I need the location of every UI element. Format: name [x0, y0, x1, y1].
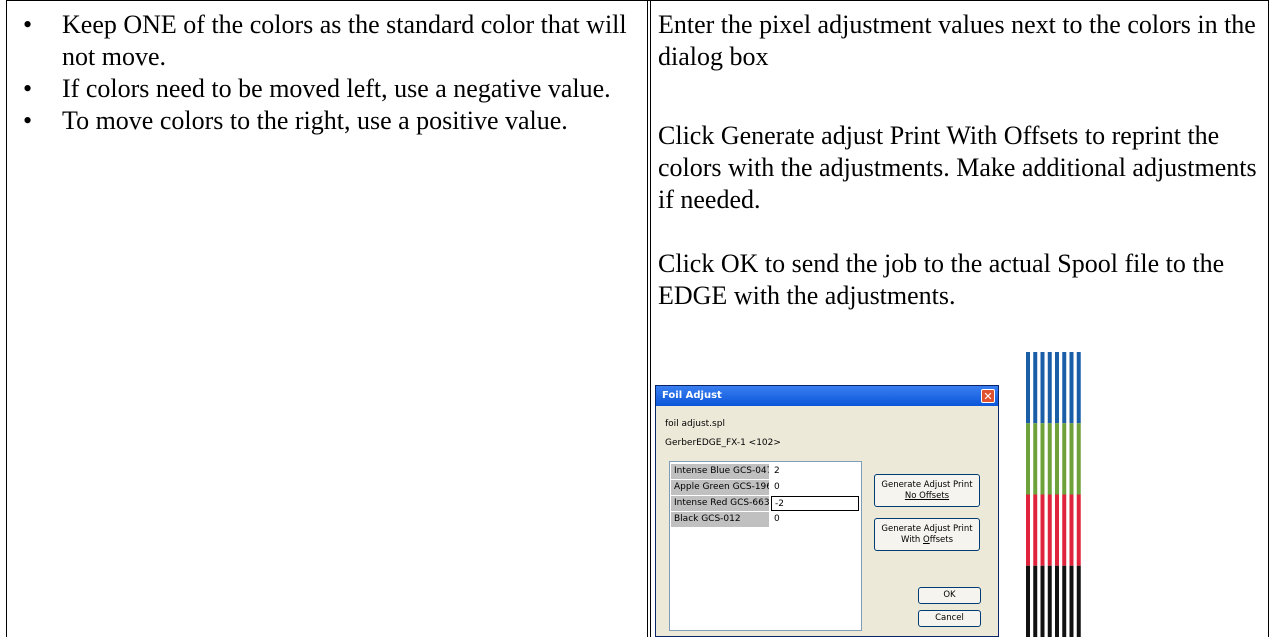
stripe	[1026, 494, 1030, 566]
color-stripe-swatch	[1026, 352, 1081, 637]
stripe	[1069, 352, 1074, 424]
color-name: Intense Blue GCS-047	[671, 464, 769, 479]
left-column: Keep ONE of the colors as the standard c…	[14, 9, 634, 137]
stripe	[1062, 423, 1067, 495]
stripe	[1062, 494, 1067, 566]
stripe	[1062, 565, 1067, 637]
stripe	[1026, 423, 1030, 495]
device-name: GerberEDGE_FX-1 <102>	[665, 438, 781, 448]
label-part: ffsets	[929, 535, 953, 545]
color-offset-grid: Intense Blue GCS-047 2 Apple Green GCS-1…	[669, 461, 862, 631]
color-name: Intense Red GCS-663	[671, 496, 769, 511]
stripe	[1055, 423, 1059, 495]
cancel-button[interactable]: Cancel	[918, 610, 981, 627]
offset-value[interactable]: 0	[771, 480, 859, 495]
stripe	[1069, 423, 1074, 495]
button-label-line2: No Offsets	[904, 491, 950, 501]
stripe	[1069, 494, 1074, 566]
table-left-border	[6, 0, 7, 637]
stripe	[1055, 565, 1059, 637]
bullet-item: Keep ONE of the colors as the standard c…	[14, 9, 634, 73]
dialog-title: Foil Adjust	[662, 390, 722, 401]
stripe	[1069, 565, 1074, 637]
button-label-line1: Generate Adjust Print	[881, 524, 973, 534]
paragraph-generate: Click Generate adjust Print With Offsets…	[658, 121, 1257, 214]
stripe	[1047, 352, 1052, 424]
stripe	[1040, 565, 1045, 637]
stripe	[1055, 494, 1059, 566]
offset-value-editing[interactable]: -2	[771, 496, 859, 511]
label-part: With	[901, 535, 924, 545]
stripe	[1076, 494, 1081, 566]
stripe	[1047, 423, 1052, 495]
table-row: Intense Blue GCS-047 2	[670, 464, 861, 480]
button-label-line2: With Offsets	[875, 535, 979, 546]
button-label-line1: Generate Adjust Print	[881, 480, 973, 490]
instruction-bullets: Keep ONE of the colors as the standard c…	[14, 9, 634, 137]
bullet-item: To move colors to the right, use a posit…	[14, 105, 634, 137]
stripe	[1047, 494, 1052, 566]
stripe	[1033, 565, 1038, 637]
stripe	[1040, 423, 1045, 495]
stripe	[1076, 565, 1081, 637]
stripe	[1040, 352, 1045, 424]
label-mnemonic: O	[923, 535, 930, 545]
stripe	[1026, 352, 1030, 424]
stripe	[1076, 423, 1081, 495]
table-row: Black GCS-012 0	[670, 512, 861, 528]
table-right-border	[1268, 0, 1269, 637]
color-name: Apple Green GCS-196	[671, 480, 769, 495]
offset-value[interactable]: 0	[771, 512, 859, 527]
table-row: Apple Green GCS-196 0	[670, 480, 861, 496]
table-row: Intense Red GCS-663 -2	[670, 496, 861, 512]
stripe	[1026, 565, 1030, 637]
ok-button[interactable]: OK	[918, 587, 981, 604]
paragraph-enter-values: Enter the pixel adjustment values next t…	[658, 10, 1256, 71]
stripe	[1033, 494, 1038, 566]
table-top-border	[6, 0, 1268, 1]
foil-adjust-dialog: Foil Adjust ✕ foil adjust.spl GerberEDGE…	[655, 385, 999, 637]
offset-value[interactable]: 2	[771, 464, 859, 479]
column-divider-inner	[650, 0, 651, 637]
color-name: Black GCS-012	[671, 512, 769, 527]
stripe	[1047, 565, 1052, 637]
generate-with-offsets-button[interactable]: Generate Adjust Print With Offsets	[874, 518, 980, 551]
close-icon[interactable]: ✕	[981, 389, 995, 403]
stripe	[1055, 352, 1059, 424]
stripe	[1076, 352, 1081, 424]
stripe	[1033, 352, 1038, 424]
bullet-item: If colors need to be moved left, use a n…	[14, 73, 634, 105]
stripe	[1062, 352, 1067, 424]
stripe	[1033, 423, 1038, 495]
generate-no-offsets-button[interactable]: Generate Adjust Print No Offsets	[874, 474, 980, 507]
stripe	[1040, 494, 1045, 566]
column-divider	[647, 0, 648, 637]
paragraph-ok: Click OK to send the job to the actual S…	[658, 249, 1225, 310]
spool-file-name: foil adjust.spl	[665, 419, 725, 429]
dialog-titlebar: Foil Adjust ✕	[656, 386, 998, 406]
